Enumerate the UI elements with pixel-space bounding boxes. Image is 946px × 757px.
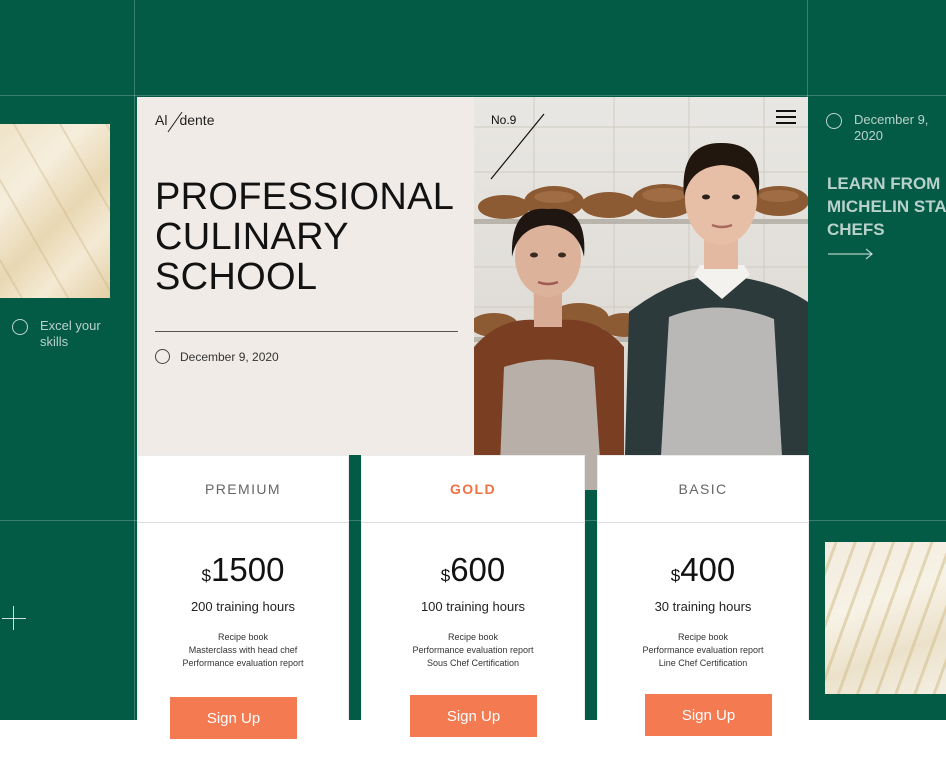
plan-name: BASIC [598,456,808,523]
feature-item: Performance evaluation report [412,645,534,655]
divider [155,331,458,332]
signup-button-premium[interactable]: Sign Up [170,697,297,739]
currency-symbol: $ [440,566,451,585]
badge-number: No.9 [491,113,517,127]
side-date-label: December 9, 2020 [854,112,929,143]
pasta-image [825,542,946,694]
price-amount: 400 [680,551,736,588]
arrow-right-icon[interactable] [828,248,874,260]
brand-logo[interactable]: Al dente [155,112,215,128]
brand-right: dente [179,112,215,128]
side-feature: Excel your skills [12,318,122,350]
plan-price: $600 [362,551,584,589]
slash-icon [167,111,183,133]
side-heading-line: LEARN FROM [827,174,941,193]
signup-button-gold[interactable]: Sign Up [410,695,537,737]
feature-item: Performance evaluation report [642,645,764,655]
chefs-illustration [474,97,808,490]
pasta-image [0,124,110,298]
plan-hours: 200 training hours [190,599,296,614]
menu-icon[interactable] [776,110,796,126]
title-line: SCHOOL [155,256,318,298]
plan-hours: 100 training hours [420,599,526,614]
plan-hours: 30 training hours [654,599,752,614]
title-line: CULINARY [155,216,349,258]
feature-item: Masterclass with head chef [188,645,298,655]
plan-price: $1500 [138,551,348,589]
price-amount: 1500 [211,551,285,588]
feature-item: Recipe book [447,632,499,642]
circle-icon [12,319,28,335]
price-amount: 600 [450,551,506,588]
feature-item: Performance evaluation report [182,658,304,668]
side-heading: LEARN FROM MICHELIN STA CHEFS [827,172,946,241]
currency-symbol: $ [670,566,681,585]
side-date: December 9, 2020 [826,112,946,144]
feature-item: Recipe book [217,632,269,642]
title-line: PROFESSIONAL [155,176,455,218]
plan-name: PREMIUM [138,456,348,523]
hero-date: December 9, 2020 [155,349,279,364]
grid-line [134,0,135,720]
circle-icon [155,349,170,364]
plan-price: $400 [598,551,808,589]
circle-icon [826,113,842,129]
chefs-photo [474,97,808,490]
side-heading-line: CHEFS [827,220,885,239]
feature-item: Line Chef Certification [658,658,748,668]
grid-line [0,95,946,96]
plan-features: Recipe book Performance evaluation repor… [598,631,808,670]
side-feature-label: Excel your skills [40,318,101,349]
feature-item: Recipe book [677,632,729,642]
signup-button-basic[interactable]: Sign Up [645,694,772,736]
page-title: PROFESSIONAL CULINARY SCHOOL [155,177,454,297]
side-heading-line: MICHELIN STA [827,197,946,216]
plus-icon[interactable] [2,606,26,630]
plan-name: GOLD [362,456,584,523]
plan-features: Recipe book Performance evaluation repor… [362,631,584,670]
currency-symbol: $ [201,566,212,585]
plan-features: Recipe book Masterclass with head chef P… [138,631,348,670]
hero-date-label: December 9, 2020 [180,349,279,364]
feature-item: Sous Chef Certification [426,658,520,668]
